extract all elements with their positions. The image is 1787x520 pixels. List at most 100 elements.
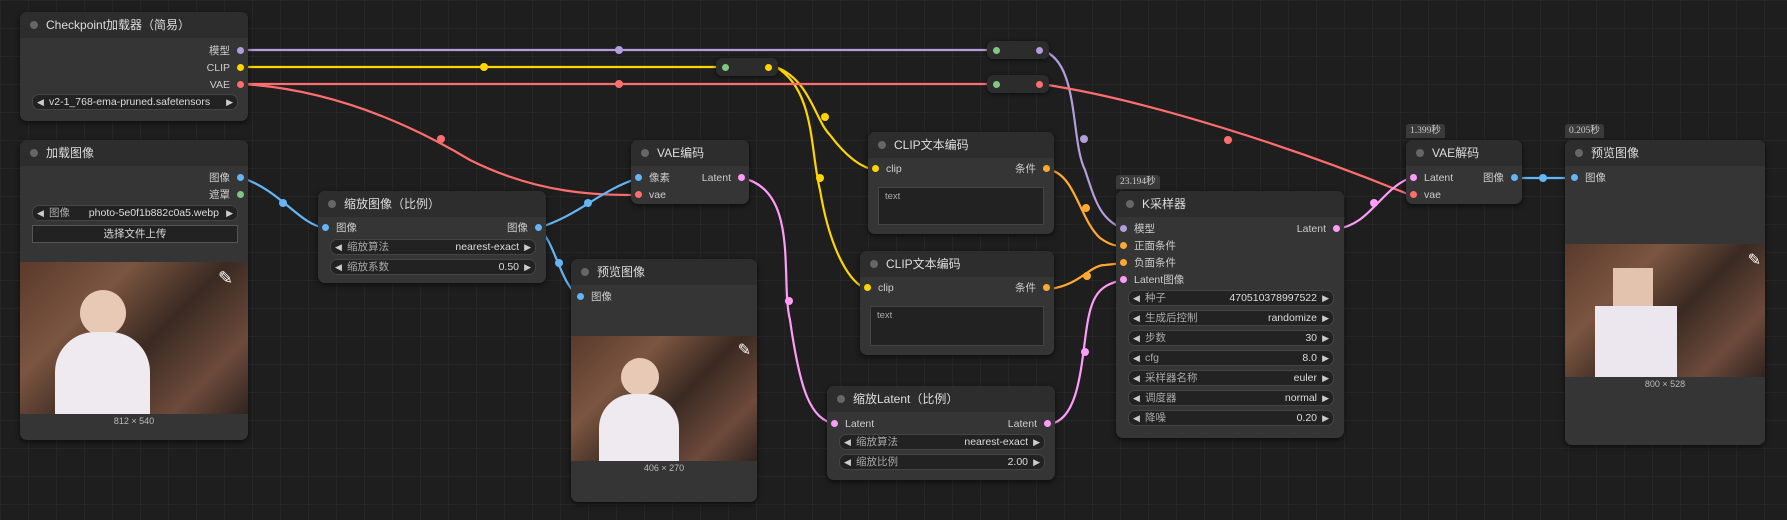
- reroute-clip[interactable]: [716, 58, 778, 76]
- reroute-model[interactable]: [987, 41, 1049, 59]
- output-conditioning[interactable]: 条件: [1015, 161, 1050, 177]
- cfg-number[interactable]: ◀ cfg 8.0 ▶: [1128, 350, 1334, 366]
- vae-encode-node[interactable]: VAE编码 像素 vae Latent: [631, 140, 749, 204]
- latent-factor-number[interactable]: ◀ 缩放比例 2.00 ▶: [839, 454, 1045, 470]
- output-latent[interactable]: Latent: [1008, 416, 1051, 432]
- preview-image-node-2[interactable]: 预览图像 图像 ✎ 800 × 528: [1565, 140, 1765, 445]
- node-title: VAE解码: [1406, 140, 1522, 166]
- collapse-dot-icon[interactable]: [870, 260, 878, 268]
- arrow-left-icon[interactable]: ◀: [37, 206, 44, 220]
- arrow-right-icon[interactable]: ▶: [524, 260, 531, 274]
- collapse-dot-icon[interactable]: [1126, 200, 1134, 208]
- scale-image-node[interactable]: 缩放图像（比例） 图像 图像 ◀ 缩放算法 nearest-exact ▶ ◀ 缩放系…: [318, 191, 546, 283]
- collapse-dot-icon[interactable]: [30, 21, 38, 29]
- sampler-name-combo[interactable]: ◀ 采样器名称 euler ▶: [1128, 370, 1334, 386]
- arrow-left-icon[interactable]: ◀: [844, 435, 851, 449]
- latent-method-combo[interactable]: ◀ 缩放算法 nearest-exact ▶: [839, 434, 1045, 450]
- ksampler-node[interactable]: K采样器 模型 正面条件 负面条件 Latent图像 Latent ◀ 种子 470…: [1116, 191, 1344, 438]
- arrow-right-icon[interactable]: ▶: [226, 95, 233, 109]
- input-image[interactable]: 图像: [1571, 170, 1606, 186]
- image-size-label: 800 × 528: [1644, 379, 1686, 389]
- image-size-label: 406 × 270: [643, 463, 685, 473]
- input-positive[interactable]: 正面条件: [1120, 238, 1176, 254]
- output-model[interactable]: 模型: [209, 43, 244, 59]
- input-latent[interactable]: Latent: [831, 416, 874, 432]
- collapse-dot-icon[interactable]: [878, 141, 886, 149]
- upload-button[interactable]: 选择文件上传: [32, 225, 238, 243]
- ckpt-name-combo[interactable]: ◀ v2-1_768-ema-pruned.safetensors ▶: [32, 94, 238, 110]
- collapse-dot-icon[interactable]: [581, 268, 589, 276]
- output-clip[interactable]: CLIP: [207, 60, 244, 76]
- input-latent-image[interactable]: Latent图像: [1120, 272, 1184, 288]
- arrow-right-icon[interactable]: ▶: [1322, 351, 1329, 365]
- reroute-vae[interactable]: [987, 75, 1049, 93]
- output-image[interactable]: 图像: [209, 170, 244, 186]
- scheduler-combo[interactable]: ◀ 调度器 normal ▶: [1128, 390, 1334, 406]
- prompt-textarea[interactable]: text: [878, 187, 1044, 225]
- output-latent[interactable]: Latent: [1297, 221, 1340, 237]
- arrow-right-icon[interactable]: ▶: [226, 206, 233, 220]
- input-image[interactable]: 图像: [577, 289, 612, 305]
- clip-text-encode-node-2[interactable]: CLIP文本编码 clip 条件 text: [860, 251, 1054, 355]
- node-title: 缩放Latent（比例）: [827, 386, 1055, 412]
- input-image[interactable]: 图像: [322, 220, 357, 236]
- arrow-left-icon[interactable]: ◀: [844, 455, 851, 469]
- vae-decode-node[interactable]: VAE解码 Latent vae 图像: [1406, 140, 1522, 204]
- arrow-right-icon[interactable]: ▶: [1322, 291, 1329, 305]
- arrow-left-icon[interactable]: ◀: [1133, 391, 1140, 405]
- input-clip[interactable]: clip: [872, 161, 902, 177]
- latent-scale-node[interactable]: 缩放Latent（比例） Latent Latent ◀ 缩放算法 nearest…: [827, 386, 1055, 480]
- arrow-left-icon[interactable]: ◀: [1133, 351, 1140, 365]
- steps-number[interactable]: ◀ 步数 30 ▶: [1128, 330, 1334, 346]
- output-image[interactable]: 图像: [507, 220, 542, 236]
- prompt-textarea[interactable]: text: [870, 306, 1044, 346]
- vaedecode-time-badge: 1.399秒: [1406, 124, 1445, 138]
- collapse-dot-icon[interactable]: [1416, 149, 1424, 157]
- arrow-left-icon[interactable]: ◀: [37, 95, 44, 109]
- arrow-right-icon[interactable]: ▶: [1322, 311, 1329, 325]
- load-image-node[interactable]: 加载图像 图像 遮罩 ◀ 图像 photo-5e0f1b882c0a5.webp…: [20, 140, 248, 440]
- seed-number[interactable]: ◀ 种子 470510378997522 ▶: [1128, 290, 1334, 306]
- input-negative[interactable]: 负面条件: [1120, 255, 1176, 271]
- input-latent[interactable]: Latent: [1410, 170, 1453, 186]
- output-mask[interactable]: 遮罩: [209, 187, 244, 203]
- collapse-dot-icon[interactable]: [641, 149, 649, 157]
- arrow-left-icon[interactable]: ◀: [335, 260, 342, 274]
- logo-mark: ✎: [737, 340, 751, 359]
- denoise-number[interactable]: ◀ 降噪 0.20 ▶: [1128, 410, 1334, 426]
- collapse-dot-icon[interactable]: [328, 200, 336, 208]
- arrow-left-icon[interactable]: ◀: [335, 240, 342, 254]
- arrow-left-icon[interactable]: ◀: [1133, 311, 1140, 325]
- checkpoint-loader-node[interactable]: Checkpoint加载器（简易） 模型 CLIP VAE ◀ v2-1_768…: [20, 12, 248, 121]
- output-conditioning[interactable]: 条件: [1015, 280, 1050, 296]
- collapse-dot-icon[interactable]: [1575, 149, 1583, 157]
- output-image[interactable]: 图像: [1483, 170, 1518, 186]
- input-clip[interactable]: clip: [864, 280, 894, 296]
- arrow-right-icon[interactable]: ▶: [1033, 455, 1040, 469]
- input-vae[interactable]: vae: [635, 187, 666, 203]
- arrow-left-icon[interactable]: ◀: [1133, 291, 1140, 305]
- input-pixels[interactable]: 像素: [635, 170, 670, 186]
- collapse-dot-icon[interactable]: [837, 395, 845, 403]
- arrow-left-icon[interactable]: ◀: [1133, 371, 1140, 385]
- collapse-dot-icon[interactable]: [30, 149, 38, 157]
- arrow-right-icon[interactable]: ▶: [1322, 411, 1329, 425]
- arrow-right-icon[interactable]: ▶: [1033, 435, 1040, 449]
- arrow-right-icon[interactable]: ▶: [524, 240, 531, 254]
- arrow-left-icon[interactable]: ◀: [1133, 331, 1140, 345]
- input-model[interactable]: 模型: [1120, 221, 1155, 237]
- scale-method-combo[interactable]: ◀ 缩放算法 nearest-exact ▶: [330, 239, 536, 255]
- arrow-left-icon[interactable]: ◀: [1133, 411, 1140, 425]
- scale-factor-number[interactable]: ◀ 缩放系数 0.50 ▶: [330, 259, 536, 275]
- clip-text-encode-node-1[interactable]: CLIP文本编码 clip 条件 text: [868, 132, 1054, 234]
- preview-image-node-1[interactable]: 预览图像 图像 ✎ 406 × 270: [571, 259, 757, 502]
- image-file-combo[interactable]: ◀ 图像 photo-5e0f1b882c0a5.webp ▶: [32, 205, 238, 221]
- arrow-right-icon[interactable]: ▶: [1322, 391, 1329, 405]
- portrait-figure: [1613, 268, 1653, 308]
- output-latent[interactable]: Latent: [702, 170, 745, 186]
- control-after-generate-combo[interactable]: ◀ 生成后控制 randomize ▶: [1128, 310, 1334, 326]
- arrow-right-icon[interactable]: ▶: [1322, 371, 1329, 385]
- output-vae[interactable]: VAE: [210, 77, 244, 93]
- arrow-right-icon[interactable]: ▶: [1322, 331, 1329, 345]
- input-vae[interactable]: vae: [1410, 187, 1441, 203]
